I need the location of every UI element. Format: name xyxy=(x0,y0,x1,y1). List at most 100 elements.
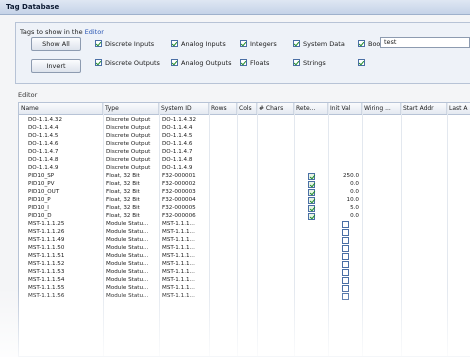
cell-system-id[interactable]: F32-000001 xyxy=(159,172,209,180)
checkbox-icon[interactable] xyxy=(240,59,247,66)
filter-strings[interactable]: Strings xyxy=(293,58,326,68)
cell-system-id[interactable]: DO-1.1.4.6 xyxy=(159,140,209,148)
retentive-checkbox[interactable] xyxy=(308,204,315,212)
cell-type[interactable]: Discrete Output xyxy=(103,164,159,172)
init-value-checkbox[interactable] xyxy=(342,292,349,300)
table-row[interactable]: PID10_PV Float, 32 Bit F32-000002 0.0 xyxy=(19,180,470,188)
filter-system-data[interactable]: System Data xyxy=(293,39,345,49)
init-value-checkbox[interactable] xyxy=(342,228,349,236)
cell-system-id[interactable]: MST-1.1.1... xyxy=(159,268,209,276)
table-row[interactable]: PID10_I Float, 32 Bit F32-000005 5.0 xyxy=(19,204,470,212)
checkbox-icon[interactable] xyxy=(358,40,365,47)
table-row[interactable]: DO-1.1.4.5 Discrete Output DO-1.1.4.5 xyxy=(19,132,470,140)
cell-name[interactable]: MST-1.1.1.51 xyxy=(25,252,103,260)
init-value-checkbox[interactable] xyxy=(342,252,349,260)
cell-system-id[interactable]: F32-000005 xyxy=(159,204,209,212)
table-row[interactable]: PID10_P Float, 32 Bit F32-000004 10.0 xyxy=(19,196,470,204)
table-row[interactable]: MST-1.1.1.53 Module Statu... MST-1.1.1... xyxy=(19,268,470,276)
cell-type[interactable]: Discrete Output xyxy=(103,148,159,156)
filter-integers[interactable]: Integers xyxy=(240,39,277,49)
cell-name[interactable]: MST-1.1.1.54 xyxy=(25,276,103,284)
cell-system-id[interactable]: MST-1.1.1... xyxy=(159,252,209,260)
cell-name[interactable]: DO-1.1.4.7 xyxy=(25,148,103,156)
cell-name[interactable]: DO-1.1.4.32 xyxy=(25,116,103,124)
checkbox-icon[interactable] xyxy=(293,40,300,47)
table-row[interactable]: MST-1.1.1.51 Module Statu... MST-1.1.1... xyxy=(19,252,470,260)
cell-name[interactable]: MST-1.1.1.49 xyxy=(25,236,103,244)
cell-name[interactable]: PID10_SP xyxy=(25,172,103,180)
cell-system-id[interactable]: F32-000003 xyxy=(159,188,209,196)
cell-name[interactable]: PID10_D xyxy=(25,212,103,220)
retentive-checkbox[interactable] xyxy=(308,196,315,204)
table-row[interactable]: PID10_OUT Float, 32 Bit F32-000003 0.0 xyxy=(19,188,470,196)
cell-type[interactable]: Float, 32 Bit xyxy=(103,188,159,196)
table-row[interactable]: DO-1.1.4.6 Discrete Output DO-1.1.4.6 xyxy=(19,140,470,148)
column-header-retentive[interactable]: Rete... xyxy=(294,103,328,114)
cell-name[interactable]: MST-1.1.1.55 xyxy=(25,284,103,292)
table-row[interactable]: PID10_D Float, 32 Bit F32-000006 0.0 xyxy=(19,212,470,220)
editor-link[interactable]: Editor xyxy=(85,28,104,36)
column-header-rows[interactable]: Rows xyxy=(209,103,237,114)
table-row[interactable]: PID10_SP Float, 32 Bit F32-000001 250.0 xyxy=(19,172,470,180)
cell-type[interactable]: Float, 32 Bit xyxy=(103,180,159,188)
cell-system-id[interactable]: DO-1.1.4.9 xyxy=(159,164,209,172)
column-header-chars[interactable]: # Chars xyxy=(257,103,294,114)
cell-type[interactable]: Float, 32 Bit xyxy=(103,172,159,180)
cell-type[interactable]: Float, 32 Bit xyxy=(103,196,159,204)
cell-type[interactable]: Discrete Output xyxy=(103,140,159,148)
cell-name[interactable]: MST-1.1.1.26 xyxy=(25,228,103,236)
table-row[interactable]: DO-1.1.4.7 Discrete Output DO-1.1.4.7 xyxy=(19,148,470,156)
checkbox-icon[interactable] xyxy=(171,59,178,66)
retentive-checkbox[interactable] xyxy=(308,180,315,188)
table-row[interactable]: MST-1.1.1.54 Module Statu... MST-1.1.1... xyxy=(19,276,470,284)
table-row[interactable]: MST-1.1.1.56 Module Statu... MST-1.1.1... xyxy=(19,292,470,300)
init-value-checkbox[interactable] xyxy=(342,276,349,284)
cell-type[interactable]: Float, 32 Bit xyxy=(103,212,159,220)
cell-system-id[interactable]: MST-1.1.1... xyxy=(159,244,209,252)
init-value-checkbox[interactable] xyxy=(342,244,349,252)
column-header-start-addr[interactable]: Start Addr xyxy=(401,103,447,114)
column-header-last-addr[interactable]: Last A xyxy=(447,103,470,114)
table-row[interactable]: MST-1.1.1.55 Module Statu... MST-1.1.1... xyxy=(19,284,470,292)
table-row[interactable]: MST-1.1.1.26 Module Statu... MST-1.1.1... xyxy=(19,228,470,236)
column-header-name[interactable]: Name xyxy=(19,103,103,114)
table-row[interactable]: MST-1.1.1.52 Module Statu... MST-1.1.1... xyxy=(19,260,470,268)
table-row[interactable]: MST-1.1.1.49 Module Statu... MST-1.1.1... xyxy=(19,236,470,244)
cell-type[interactable]: Module Statu... xyxy=(103,228,159,236)
init-value-checkbox[interactable] xyxy=(342,236,349,244)
init-value-checkbox[interactable] xyxy=(342,268,349,276)
cell-name[interactable]: MST-1.1.1.56 xyxy=(25,292,103,300)
cell-name[interactable]: DO-1.1.4.6 xyxy=(25,140,103,148)
table-row[interactable]: DO-1.1.4.4 Discrete Output DO-1.1.4.4 xyxy=(19,124,470,132)
filter-analog-outputs[interactable]: Analog Outputs xyxy=(171,58,232,68)
invert-button[interactable]: Invert xyxy=(31,59,81,73)
retentive-checkbox[interactable] xyxy=(308,188,315,196)
cell-name[interactable]: MST-1.1.1.50 xyxy=(25,244,103,252)
cell-type[interactable]: Discrete Output xyxy=(103,132,159,140)
cell-system-id[interactable]: DO-1.1.4.8 xyxy=(159,156,209,164)
column-header-type[interactable]: Type xyxy=(103,103,159,114)
cell-name[interactable]: MST-1.1.1.25 xyxy=(25,220,103,228)
cell-type[interactable]: Float, 32 Bit xyxy=(103,204,159,212)
checkbox-icon[interactable] xyxy=(240,40,247,47)
cell-type[interactable]: Module Statu... xyxy=(103,244,159,252)
filter-floats[interactable]: Floats xyxy=(240,58,269,68)
table-row[interactable]: DO-1.1.4.8 Discrete Output DO-1.1.4.8 xyxy=(19,156,470,164)
cell-name[interactable]: DO-1.1.4.4 xyxy=(25,124,103,132)
cell-name[interactable]: DO-1.1.4.9 xyxy=(25,164,103,172)
cell-system-id[interactable]: F32-000002 xyxy=(159,180,209,188)
cell-type[interactable]: Discrete Output xyxy=(103,116,159,124)
cell-type[interactable]: Module Statu... xyxy=(103,292,159,300)
cell-name[interactable]: MST-1.1.1.52 xyxy=(25,260,103,268)
cell-name[interactable]: PID10_I xyxy=(25,204,103,212)
cell-name[interactable]: MST-1.1.1.53 xyxy=(25,268,103,276)
column-header-system-id[interactable]: System ID xyxy=(159,103,209,114)
cell-type[interactable]: Module Statu... xyxy=(103,252,159,260)
cell-init-val[interactable]: 5.0 xyxy=(328,204,362,212)
cell-system-id[interactable]: MST-1.1.1... xyxy=(159,260,209,268)
cell-system-id[interactable]: MST-1.1.1... xyxy=(159,236,209,244)
cell-system-id[interactable]: DO-1.1.4.5 xyxy=(159,132,209,140)
init-value-checkbox[interactable] xyxy=(342,284,349,292)
table-row[interactable]: DO-1.1.4.9 Discrete Output DO-1.1.4.9 xyxy=(19,164,470,172)
cell-name[interactable]: DO-1.1.4.8 xyxy=(25,156,103,164)
